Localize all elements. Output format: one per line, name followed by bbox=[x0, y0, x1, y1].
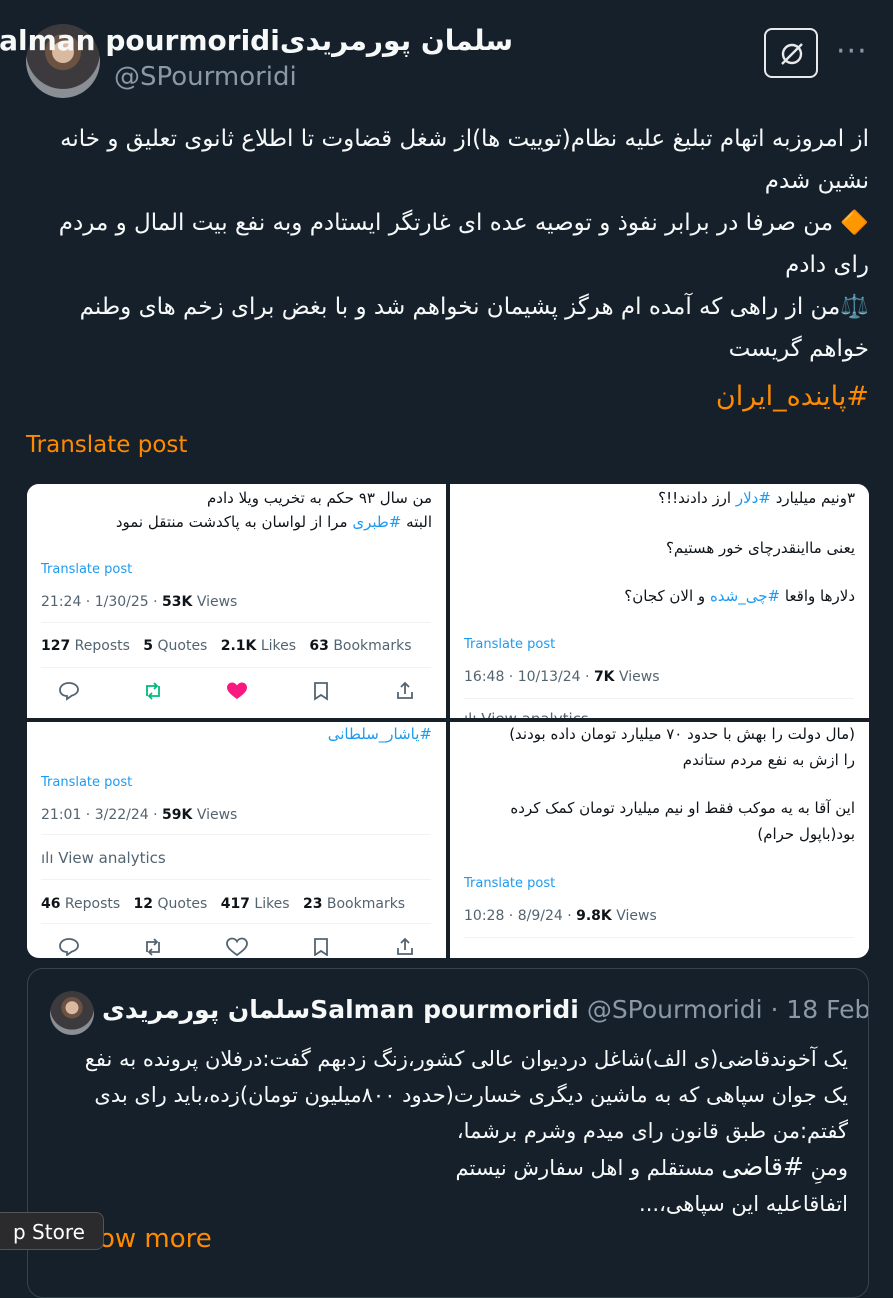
repost-icon[interactable] bbox=[141, 936, 165, 956]
tweet-card: ۳ونیم میلیارد #دلار ارز دادند!!؟ یعنی ما… bbox=[450, 484, 869, 718]
tweet-actions bbox=[57, 936, 417, 956]
author-handle[interactable]: @SPourmoridi bbox=[114, 62, 297, 92]
author-display-name[interactable]: سلمان پورمریدیSalman pourmoridi bbox=[0, 24, 513, 57]
grok-icon bbox=[781, 43, 803, 65]
tweet-timestamp: 16:48 · 10/13/24 · 7K Views bbox=[464, 669, 660, 685]
share-icon[interactable] bbox=[393, 680, 417, 702]
divider bbox=[464, 698, 854, 699]
tweet-line: ۳ونیم میلیارد #دلار ارز دادند!!؟ bbox=[658, 489, 855, 507]
post-line: از امروزبه اتهام تبلیغ علیه نظام(توییت ه… bbox=[60, 126, 869, 194]
tweet-timestamp: 10:28 · 8/9/24 · 9.8K Views bbox=[464, 908, 657, 924]
screenshot-collage: من سال ۹۳ حکم به تخریب ویلا دادم البته #… bbox=[27, 484, 869, 958]
quoted-handle[interactable]: @SPourmoridi bbox=[587, 995, 763, 1024]
analytics-icon: ılı bbox=[464, 710, 481, 718]
reply-icon[interactable] bbox=[57, 680, 81, 702]
grok-button[interactable] bbox=[764, 28, 818, 78]
post-line: ⚖️من از راهی که آمده ام هرگز پشیمان نخوا… bbox=[79, 294, 869, 362]
store-tooltip[interactable]: p Store bbox=[0, 1212, 104, 1250]
tweet-line: دلارها واقعا #چی_شده و الان کجان؟ bbox=[624, 587, 855, 605]
translate-post-link[interactable]: Translate post bbox=[464, 637, 555, 652]
tweet-card: (مال دولت را بهش با حدود ۷۰ میلیارد توما… bbox=[450, 722, 869, 956]
translate-post-link[interactable]: Translate post bbox=[41, 562, 132, 577]
quoted-line: گفتم:من طبق قانون رای میدم وشرم برشما، bbox=[456, 1119, 848, 1143]
quoted-avatar[interactable] bbox=[50, 991, 94, 1035]
share-icon[interactable] bbox=[393, 936, 417, 956]
tweet-line: را ازش به نفع مردم ستاندم bbox=[682, 751, 855, 769]
divider bbox=[41, 879, 431, 880]
post-text: از امروزبه اتهام تبلیغ علیه نظام(توییت ه… bbox=[26, 118, 869, 418]
quoted-line: اتفاقاعلیه این سپاهی،... bbox=[639, 1192, 848, 1216]
post-hashtag[interactable]: #پاینده_ایران bbox=[26, 376, 869, 418]
view-analytics-link[interactable]: ılı View analytics bbox=[41, 849, 166, 867]
tweet-hashtag[interactable]: #یاشار_سلطانی bbox=[328, 722, 432, 746]
divider bbox=[41, 834, 431, 835]
tweet-line: من سال ۹۳ حکم به تخریب ویلا دادم bbox=[207, 489, 432, 507]
divider bbox=[41, 923, 431, 924]
bookmark-icon[interactable] bbox=[309, 936, 333, 956]
analytics-icon: ılı bbox=[41, 849, 59, 867]
tweet-hashtag[interactable]: #دلار bbox=[736, 489, 771, 507]
more-options-icon[interactable]: ··· bbox=[836, 34, 868, 69]
tweet-line: این آقا به یه موکب فقط او نیم میلیارد تو… bbox=[510, 799, 855, 817]
view-analytics-link[interactable]: ılı View analytics bbox=[464, 710, 589, 718]
translate-post-link[interactable]: Translate post bbox=[26, 432, 187, 458]
translate-post-link[interactable]: Translate post bbox=[41, 775, 132, 790]
divider bbox=[41, 667, 431, 668]
quoted-line: ومنِ #قاضی مستقلم و اهل سفارش نیستم bbox=[455, 1152, 848, 1181]
like-icon[interactable] bbox=[225, 936, 249, 956]
reply-icon[interactable] bbox=[57, 936, 81, 956]
tweet-card: #یاشار_سلطانی Translate post 21:01 · 3/2… bbox=[27, 722, 446, 956]
quoted-date[interactable]: · 18 Feb bbox=[771, 995, 869, 1024]
post-header: سلمان پورمریدیSalman pourmoridi @SPourmo… bbox=[0, 0, 893, 110]
tweet-line: البته #طبری مرا از لواسان به پاکدشت منتق… bbox=[115, 513, 432, 531]
tweet-stats: 46 Reposts 12 Quotes 417 Likes 23 Bookma… bbox=[41, 896, 406, 912]
quoted-line: یک جوان سپاهی که به ماشین دیگری خسارت(حد… bbox=[94, 1083, 848, 1107]
quoted-text: یک آخوندقاضی(ی الف)شاغل دردیوان عالی کشو… bbox=[48, 1041, 848, 1222]
tweet-hashtag[interactable]: #طبری bbox=[352, 513, 401, 531]
tweet-line: (مال دولت را بهش با حدود ۷۰ میلیارد توما… bbox=[509, 725, 855, 743]
post-line: 🔶 من صرفا در برابر نفوذ و توصیه عده ای غ… bbox=[58, 210, 869, 278]
bookmark-icon[interactable] bbox=[309, 680, 333, 702]
tweet-timestamp: 21:01 · 3/22/24 · 59K Views bbox=[41, 807, 238, 823]
tweet-line: بود(باپول حرام) bbox=[757, 825, 855, 843]
quoted-hashtag[interactable]: #قاضی bbox=[721, 1152, 804, 1181]
quoted-line: یک آخوندقاضی(ی الف)شاغل دردیوان عالی کشو… bbox=[84, 1047, 848, 1071]
tweet-timestamp: 21:24 · 1/30/25 · 53K Views bbox=[41, 594, 238, 610]
collage-divider bbox=[27, 718, 869, 722]
divider bbox=[41, 622, 431, 623]
like-icon[interactable] bbox=[225, 680, 249, 702]
quoted-display-name[interactable]: سلمان پورمریدیSalman pourmoridi bbox=[102, 995, 579, 1024]
quoted-post-header: سلمان پورمریدیSalman pourmoridi @SPourmo… bbox=[102, 995, 869, 1024]
tweet-hashtag[interactable]: #چی_شده bbox=[710, 587, 780, 605]
repost-icon[interactable] bbox=[141, 680, 165, 702]
tweet-card: من سال ۹۳ حکم به تخریب ویلا دادم البته #… bbox=[27, 484, 446, 718]
translate-post-link[interactable]: Translate post bbox=[464, 876, 555, 891]
tweet-stats: 127 Reposts 5 Quotes 2.1K Likes 63 Bookm… bbox=[41, 638, 412, 654]
tweet-line: یعنی مااینقدرچای خور هستیم؟ bbox=[665, 539, 855, 557]
divider bbox=[464, 937, 854, 938]
tweet-actions bbox=[57, 680, 417, 702]
